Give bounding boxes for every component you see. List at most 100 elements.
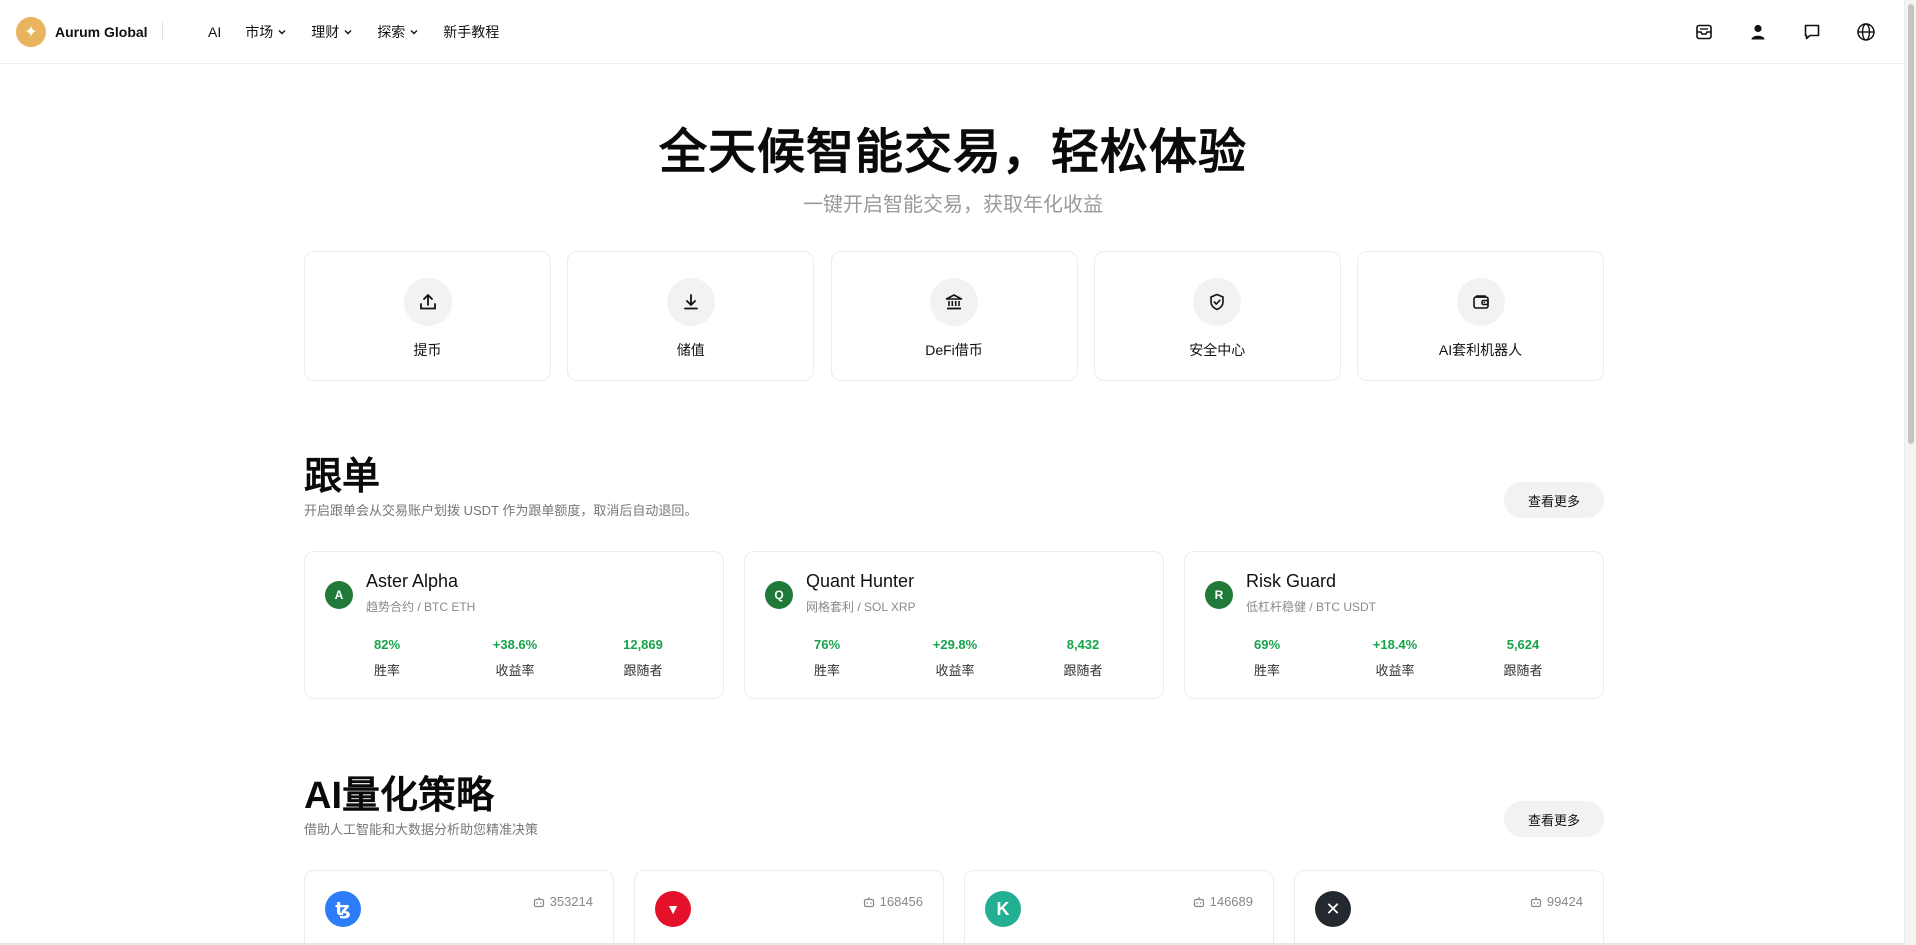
bank-icon (930, 278, 978, 326)
robot-count-value: 146689 (1209, 894, 1253, 909)
copy-trading-desc: 开启跟单会从交易账户划拨 USDT 作为跟单额度，取消后自动退回。 (304, 503, 698, 518)
user-icon[interactable] (1744, 18, 1772, 46)
ai-strategy-desc: 借助人工智能和大数据分析助您精准决策 (304, 822, 539, 837)
nav-item-market[interactable]: 市场 (245, 22, 287, 42)
robot-count: 353214 (533, 894, 593, 909)
nav-item-label: 探索 (377, 24, 406, 40)
avatar: R (1205, 581, 1233, 609)
trader-card[interactable]: Q Quant Hunter 网格套利 / SOL XRP 76% 胜率 +29… (744, 551, 1164, 699)
copy-trading-more-button[interactable]: 查看更多 (1504, 482, 1604, 518)
strategy-list: ꜩ 353214 ▼ 168456 K 146689 ✕ 99424 (304, 870, 1604, 945)
stat-label: 胜率 (813, 663, 840, 678)
stat-label: 胜率 (1253, 663, 1280, 678)
chat-icon[interactable] (1798, 18, 1826, 46)
main-nav: AI 市场 理财 探索 新手教程 (208, 0, 523, 64)
mailbox-icon[interactable] (1690, 18, 1718, 46)
stat-followers: 8,432 跟随者 (1028, 637, 1138, 679)
action-label: 提币 (413, 342, 442, 358)
download-icon (666, 278, 715, 326)
avatar: A (325, 581, 353, 609)
trader-strategy: 网格套利 / SOL XRP (806, 600, 916, 614)
action-defi-loan[interactable]: DeFi借币 (830, 251, 1078, 381)
top-navbar: ✦ Aurum Global AI 市场 理财 探索 新手教程 (0, 0, 1916, 64)
trader-name: Aster Alpha (366, 571, 459, 591)
stat-label: 收益率 (495, 663, 535, 678)
trader-card[interactable]: R Risk Guard 低杠杆稳健 / BTC USDT 69% 胜率 +18… (1184, 551, 1604, 699)
stat-label: 跟随者 (1063, 663, 1103, 678)
nav-item-label: 理财 (311, 24, 340, 40)
action-label: DeFi借币 (925, 342, 983, 358)
page-scrollbar[interactable] (1904, 0, 1916, 945)
nav-item-label: 新手教程 (443, 24, 500, 40)
action-ai-arbitrage-bot[interactable]: AI套利机器人 (1357, 251, 1604, 381)
trader-stats: 82% 胜率 +38.6% 收益率 12,869 跟随者 (305, 637, 725, 679)
stat-value: +38.6% (492, 637, 538, 652)
nav-item-label: 市场 (245, 24, 274, 40)
shield-check-icon (1193, 278, 1242, 326)
stat-win-rate: 76% 胜率 (772, 637, 882, 679)
trader-stats: 69% 胜率 +18.4% 收益率 5,624 跟随者 (1185, 637, 1605, 679)
strategy-card[interactable]: ꜩ 353214 (304, 870, 614, 945)
divider (162, 22, 163, 40)
ai-strategy-more-button[interactable]: 查看更多 (1504, 801, 1604, 837)
nav-item-label: AI (208, 24, 222, 40)
strategy-card[interactable]: ✕ 99424 (1294, 870, 1604, 945)
trader-list: A Aster Alpha 趋势合约 / BTC ETH 82% 胜率 +38.… (304, 551, 1604, 699)
strategy-card[interactable]: ▼ 168456 (634, 870, 944, 945)
stat-value: 76% (813, 637, 841, 652)
action-deposit[interactable]: 储值 (567, 251, 815, 381)
robot-icon (533, 896, 544, 907)
hero-subtitle: 一键开启智能交易，获取年化收益 (803, 194, 1103, 216)
scrollbar-thumb[interactable] (1908, 4, 1914, 444)
stat-win-rate: 69% 胜率 (1212, 637, 1322, 679)
upload-icon (403, 278, 452, 326)
brand-name: Aurum Global (55, 24, 148, 40)
stat-label: 跟随者 (623, 663, 663, 678)
robot-icon (1193, 896, 1204, 907)
copy-trading-title: 跟单 (304, 456, 381, 498)
hero-title: 全天候智能交易，轻松体验 (658, 126, 1247, 179)
stat-value: 8,432 (1066, 637, 1100, 652)
robot-icon (863, 896, 874, 907)
stat-return: +29.8% 收益率 (900, 637, 1010, 679)
trader-stats: 76% 胜率 +29.8% 收益率 8,432 跟随者 (745, 637, 1165, 679)
action-withdraw[interactable]: 提币 (304, 251, 551, 381)
stat-label: 跟随者 (1503, 663, 1543, 678)
chevron-down-icon (344, 30, 352, 35)
nav-item-tutorial[interactable]: 新手教程 (443, 22, 499, 42)
trader-card[interactable]: A Aster Alpha 趋势合约 / BTC ETH 82% 胜率 +38.… (304, 551, 724, 699)
nav-item-finance[interactable]: 理财 (311, 22, 353, 42)
kucoin-icon: K (985, 891, 1021, 927)
stat-return: +38.6% 收益率 (460, 637, 570, 679)
tron-icon: ▼ (655, 891, 691, 927)
trader-strategy: 趋势合约 / BTC ETH (366, 600, 476, 614)
stat-value: 5,624 (1506, 637, 1540, 652)
chevron-down-icon (278, 30, 286, 35)
globe-icon[interactable] (1852, 18, 1880, 46)
nav-item-explore[interactable]: 探索 (377, 22, 419, 42)
robot-count-value: 99424 (1546, 894, 1583, 909)
action-security-center[interactable]: 安全中心 (1093, 251, 1341, 381)
robot-count-value: 168456 (879, 894, 923, 909)
avatar: Q (765, 581, 793, 609)
stat-value: +18.4% (1372, 637, 1418, 652)
stat-value: 12,869 (623, 637, 663, 652)
chevron-down-icon (410, 30, 418, 35)
header-actions (1664, 18, 1880, 46)
robot-count: 168456 (863, 894, 923, 909)
strategy-card[interactable]: K 146689 (964, 870, 1274, 945)
sparkle-icon: ✦ (16, 17, 46, 47)
stat-value: 69% (1253, 637, 1281, 652)
trader-name: Quant Hunter (806, 571, 915, 591)
tezos-icon: ꜩ (325, 891, 361, 927)
brand[interactable]: ✦ Aurum Global (16, 17, 148, 47)
xrp-icon: ✕ (1315, 891, 1351, 927)
stat-return: +18.4% 收益率 (1340, 637, 1450, 679)
quick-actions: 提币 储值 DeFi借币 安全中心 AI套利机器人 (304, 251, 1604, 381)
wallet-icon (1456, 278, 1505, 326)
nav-item-ai[interactable]: AI (208, 24, 221, 40)
action-label: 安全中心 (1189, 342, 1246, 358)
trader-strategy: 低杠杆稳健 / BTC USDT (1246, 600, 1377, 614)
stat-label: 收益率 (935, 663, 975, 678)
stat-label: 收益率 (1375, 663, 1415, 678)
